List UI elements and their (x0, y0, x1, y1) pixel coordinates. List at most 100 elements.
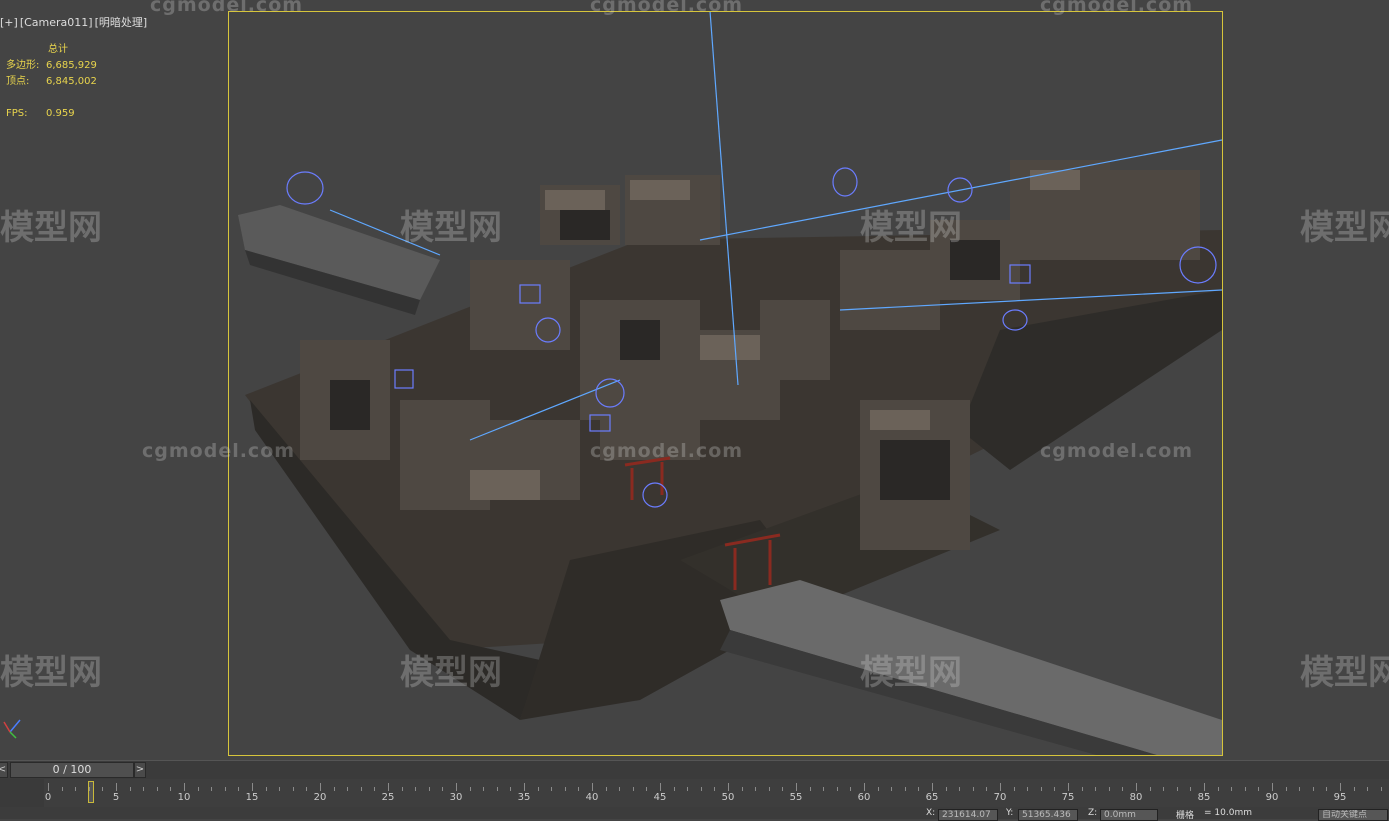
track-tick-label: 85 (1197, 792, 1211, 803)
track-tick-label: 95 (1333, 792, 1347, 803)
track-tick (1108, 787, 1110, 791)
track-tick (646, 787, 648, 791)
fps-label: FPS: (6, 108, 28, 119)
track-tick (972, 787, 974, 791)
track-tick (1136, 783, 1137, 791)
prev-frame-button[interactable]: < (0, 762, 8, 778)
watermark: 模型网 (400, 208, 502, 248)
track-tick (1367, 787, 1369, 791)
track-tick (1272, 783, 1273, 791)
track-tick (1122, 787, 1124, 791)
track-tick (456, 783, 457, 791)
track-tick (129, 787, 131, 791)
track-tick (265, 787, 267, 791)
time-slider[interactable]: 0 / 100 (10, 762, 134, 778)
track-tick (156, 787, 158, 791)
watermark: cgmodel.com (142, 440, 296, 462)
track-tick (768, 787, 770, 791)
watermark: cgmodel.com (590, 440, 744, 462)
track-tick (537, 787, 539, 791)
y-coord-field[interactable]: 51365.436 (1018, 809, 1078, 821)
playhead[interactable] (88, 781, 94, 803)
track-tick-label: 15 (245, 792, 259, 803)
safe-frame (228, 11, 1223, 756)
track-tick (1244, 787, 1246, 791)
camera-viewport[interactable]: [+] [Camera011] [明暗处理] 总计 多边形: 6,685,929 顶点… (0, 0, 1389, 760)
viewport-shading-label[interactable]: [明暗处理] (95, 16, 148, 29)
viewport-camera-label[interactable]: [Camera011] (20, 16, 93, 29)
track-tick (632, 787, 634, 791)
track-tick (1204, 783, 1205, 791)
track-tick (796, 783, 797, 791)
track-tick-label: 35 (517, 792, 531, 803)
verts-label: 顶点: (6, 76, 30, 87)
track-tick (143, 787, 145, 791)
track-tick (864, 783, 865, 791)
watermark: 模型网 (1300, 208, 1389, 248)
watermark: 模型网 (400, 653, 502, 693)
track-tick (1176, 787, 1178, 791)
axis-gizmo-icon (3, 719, 21, 739)
track-tick (564, 787, 566, 791)
track-tick (1163, 787, 1165, 791)
track-tick (496, 787, 498, 791)
track-tick-label: 75 (1061, 792, 1075, 803)
scene-stats: 总计 多边形: 6,685,929 顶点: 6,845,002 FPS: 0.959 (6, 42, 97, 122)
track-tick (238, 787, 240, 791)
track-tick (1340, 783, 1341, 791)
track-bar[interactable]: 0 5 10 15 20 25 30 35 40 45 50 55 60 65 70 75 80 85 90 95 (0, 779, 1389, 807)
track-tick (75, 787, 77, 791)
track-tick (184, 783, 185, 791)
track-tick (292, 787, 294, 791)
track-tick-label: 80 (1129, 792, 1143, 803)
watermark: 模型网 (860, 653, 962, 693)
track-ruler[interactable]: 0 5 10 15 20 25 30 35 40 45 50 55 60 65 70 75 80 85 90 95 (44, 779, 1389, 807)
track-tick-label: 70 (993, 792, 1007, 803)
track-tick (320, 783, 321, 791)
track-tick-label: 50 (721, 792, 735, 803)
track-tick (918, 787, 920, 791)
track-tick (388, 783, 389, 791)
track-tick (687, 787, 689, 791)
track-tick-label: 65 (925, 792, 939, 803)
track-tick (1217, 787, 1219, 791)
track-tick (524, 783, 525, 791)
track-tick (374, 787, 376, 791)
viewport-menu-plus[interactable]: [+] (0, 16, 18, 29)
track-tick (904, 787, 906, 791)
track-tick (578, 787, 580, 791)
z-coord-field[interactable]: 0.0mm (1100, 809, 1158, 821)
watermark: cgmodel.com (1040, 0, 1194, 16)
track-tick (279, 787, 281, 791)
track-tick (1380, 787, 1382, 791)
track-tick (605, 787, 607, 791)
track-tick (1068, 783, 1069, 791)
track-tick (1285, 787, 1287, 791)
track-tick (48, 783, 49, 791)
track-tick (224, 787, 226, 791)
track-tick-label: 60 (857, 792, 871, 803)
track-tick (728, 783, 729, 791)
track-tick (836, 787, 838, 791)
track-tick (469, 787, 471, 791)
z-coord-label: Z: (1088, 808, 1098, 818)
track-tick (442, 787, 444, 791)
auto-key-button[interactable]: 自动关键点 (1318, 809, 1388, 821)
track-tick (1095, 787, 1097, 791)
stats-header: 总计 (48, 44, 68, 55)
viewport-label[interactable]: [+] [Camera011] [明暗处理] (0, 14, 149, 30)
track-tick (1231, 787, 1233, 791)
x-coord-field[interactable]: 231614.07 (938, 809, 998, 821)
track-tick (211, 787, 213, 791)
track-tick (306, 787, 308, 791)
track-tick (823, 787, 825, 791)
track-tick (619, 787, 621, 791)
track-tick (1054, 787, 1056, 791)
time-slider-bar: < 0 / 100 > (0, 760, 1389, 779)
track-tick (333, 787, 335, 791)
polys-value: 6,685,929 (46, 60, 97, 71)
watermark: 模型网 (0, 653, 102, 693)
track-tick (741, 787, 743, 791)
next-frame-button[interactable]: > (134, 762, 146, 778)
track-tick (252, 783, 253, 791)
